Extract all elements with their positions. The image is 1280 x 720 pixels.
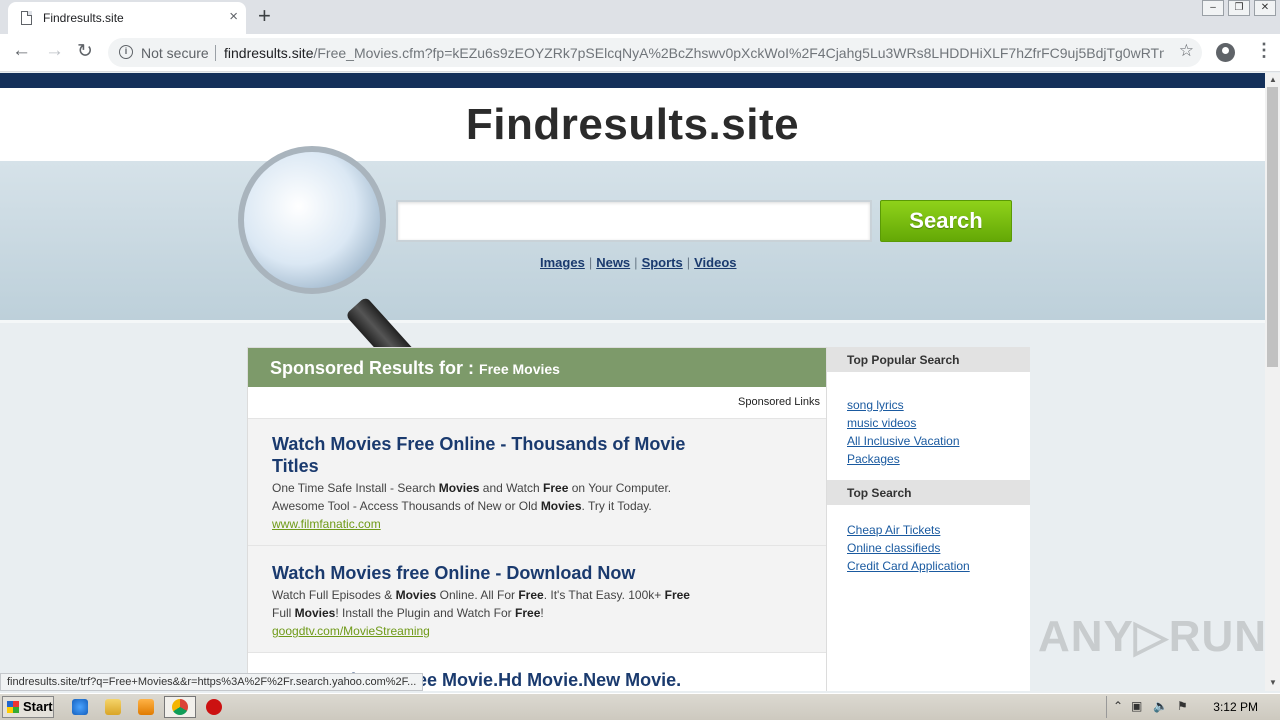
close-tab-icon[interactable]: × [229,8,238,25]
back-button[interactable]: ← [12,40,31,62]
minimize-button[interactable]: – [1202,0,1224,16]
chrome-icon [172,699,188,715]
profile-icon[interactable] [1216,43,1235,62]
tab-title: Findresults.site [43,11,124,25]
close-window-button[interactable]: ✕ [1254,0,1276,16]
ad-url[interactable]: www.filmfanatic.com [272,515,802,533]
browser-toolbar: ← → ↻ i Not secure findresults.site/Free… [0,34,1280,72]
tray-expand-icon[interactable]: ⌃ [1113,699,1123,713]
popular-search-list: song lyrics music videos All Inclusive V… [827,372,1030,480]
system-tray: ⌃ ▣ 🔈 ⚑ 3:12 PM [1106,696,1278,718]
browser-tab[interactable]: Findresults.site × [8,2,246,34]
ad-result: Watch Movies free Online - Download Now … [248,545,826,652]
images-link[interactable]: Images [540,255,585,270]
browser-menu-icon[interactable]: ⋮ [1255,40,1273,61]
results-query: Free Movies [479,361,560,377]
ad-title[interactable]: Watch Movies free Online - Download Now [272,562,712,584]
top-search-link[interactable]: Cheap Air Tickets [847,521,1010,539]
search-sidebar: Top Popular Search song lyrics music vid… [827,347,1030,691]
top-search-title: Top Search [827,480,1030,505]
security-label: Not secure [141,45,209,61]
windows-taskbar: Start ⌃ ▣ 🔈 ⚑ 3:12 PM [0,693,1280,720]
top-search-link[interactable]: Online classifieds [847,539,1010,557]
document-icon [21,11,32,25]
flag-icon[interactable]: ⚑ [1177,699,1188,713]
reload-button[interactable]: ↻ [77,40,93,63]
url-domain: findresults.site [224,45,314,61]
page-viewport: Findresults.site Search Images | News | Spor… [0,73,1265,691]
tab-strip: Findresults.site × + – ❐ ✕ [0,0,1280,34]
scroll-down-icon[interactable]: ▼ [1269,678,1277,687]
sponsored-results: Sponsored Results for : Free Movies Spon… [247,347,827,691]
ie-icon[interactable] [72,699,88,715]
status-url: findresults.site/trf?q=Free+Movies&&r=ht… [0,673,424,691]
ad-title[interactable]: Watch Movies Free Online - Thousands of … [272,433,712,477]
url-text[interactable]: findresults.site/Free_Movies.cfm?fp=kEZu… [224,45,1164,61]
scroll-up-icon[interactable]: ▲ [1269,75,1277,84]
results-header: Sponsored Results for : Free Movies [248,348,826,387]
top-search-link[interactable]: Credit Card Application [847,557,1010,575]
ad-result: Watch Movies Free Online - Thousands of … [248,418,826,545]
popular-link[interactable]: music videos [847,414,1010,432]
start-button[interactable]: Start [2,696,54,718]
window-controls: – ❐ ✕ [1202,0,1276,16]
ad-url[interactable]: googdtv.com/MovieStreaming [272,622,802,640]
sports-link[interactable]: Sports [642,255,683,270]
info-icon[interactable]: i [119,45,133,59]
page-scrollbar[interactable]: ▲ ▼ [1265,73,1280,691]
top-bar [0,73,1265,88]
link-separator: | [686,255,691,270]
ad-description: Watch Full Episodes & Movies Online. All… [272,588,690,620]
link-separator: | [588,255,593,270]
clock[interactable]: 3:12 PM [1213,700,1258,714]
popular-link[interactable]: song lyrics [847,396,1010,414]
new-tab-button[interactable]: + [258,3,271,29]
opera-icon[interactable] [206,699,222,715]
popular-link[interactable]: All Inclusive Vacation Packages [847,432,1010,468]
chrome-taskbar-button[interactable] [164,696,196,718]
site-logo[interactable]: Findresults.site [0,100,1265,150]
results-label: Sponsored Results for : [270,358,480,378]
site-header: Findresults.site [0,88,1265,161]
vertical-links: Images | News | Sports | Videos [540,255,737,270]
link-separator: | [634,255,638,270]
scroll-thumb[interactable] [1267,87,1278,367]
search-button[interactable]: Search [880,200,1012,242]
sponsored-links-label: Sponsored Links [738,396,820,408]
ad-description: One Time Safe Install - Search Movies an… [272,481,672,513]
anyrun-watermark: ANY▷RUN [1038,612,1265,661]
bookmark-star-icon[interactable]: ☆ [1179,41,1194,61]
search-hero [0,161,1265,323]
address-bar[interactable]: i Not secure findresults.site/Free_Movie… [108,38,1202,67]
url-path: /Free_Movies.cfm?fp=kEZu6s9zEOYZRk7pSElc… [313,45,1164,61]
news-link[interactable]: News [596,255,630,270]
forward-button[interactable]: → [45,40,64,62]
folder-icon[interactable] [105,699,121,715]
search-input[interactable] [396,200,872,242]
media-player-icon[interactable] [138,699,154,715]
magnifier-icon [238,146,386,294]
maximize-button[interactable]: ❐ [1228,0,1250,16]
volume-icon[interactable]: 🔈 [1153,699,1168,713]
network-icon[interactable]: ▣ [1131,699,1142,713]
url-separator [215,45,216,61]
top-search-list: Cheap Air Tickets Online classifieds Cre… [827,505,1030,587]
popular-search-title: Top Popular Search [827,347,1030,372]
videos-link[interactable]: Videos [694,255,736,270]
